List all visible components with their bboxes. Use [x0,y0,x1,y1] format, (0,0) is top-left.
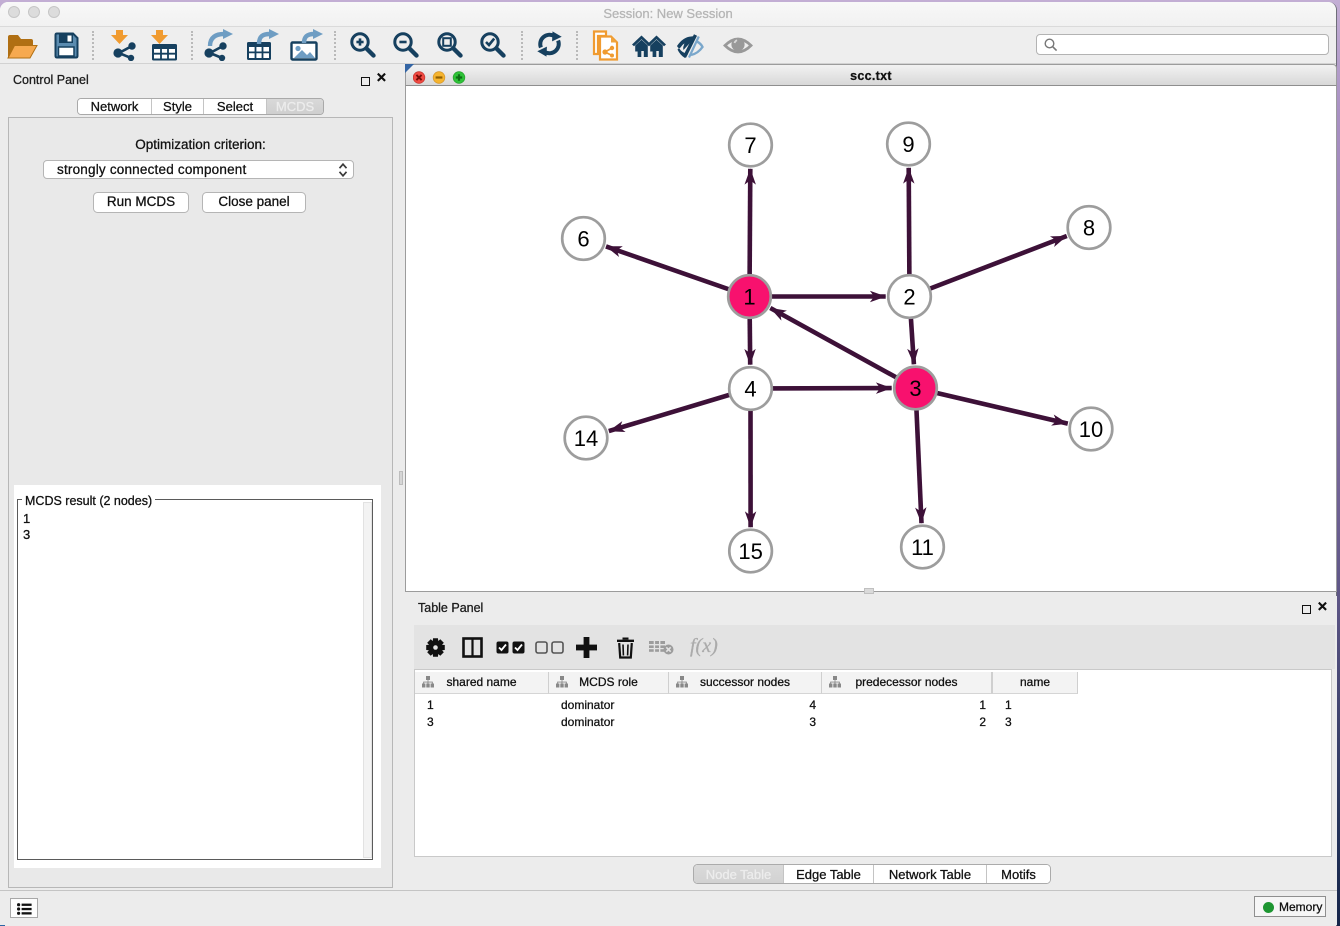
svg-text:7: 7 [744,133,756,158]
svg-text:6: 6 [577,227,589,252]
svg-text:11: 11 [911,535,934,560]
svg-text:9: 9 [902,132,914,157]
svg-text:3: 3 [909,376,921,401]
svg-text:1: 1 [743,285,755,310]
svg-text:4: 4 [744,377,756,402]
svg-text:14: 14 [574,426,598,451]
svg-text:8: 8 [1083,216,1095,241]
svg-text:10: 10 [1079,417,1103,442]
svg-text:2: 2 [903,285,915,310]
svg-text:15: 15 [738,539,762,564]
